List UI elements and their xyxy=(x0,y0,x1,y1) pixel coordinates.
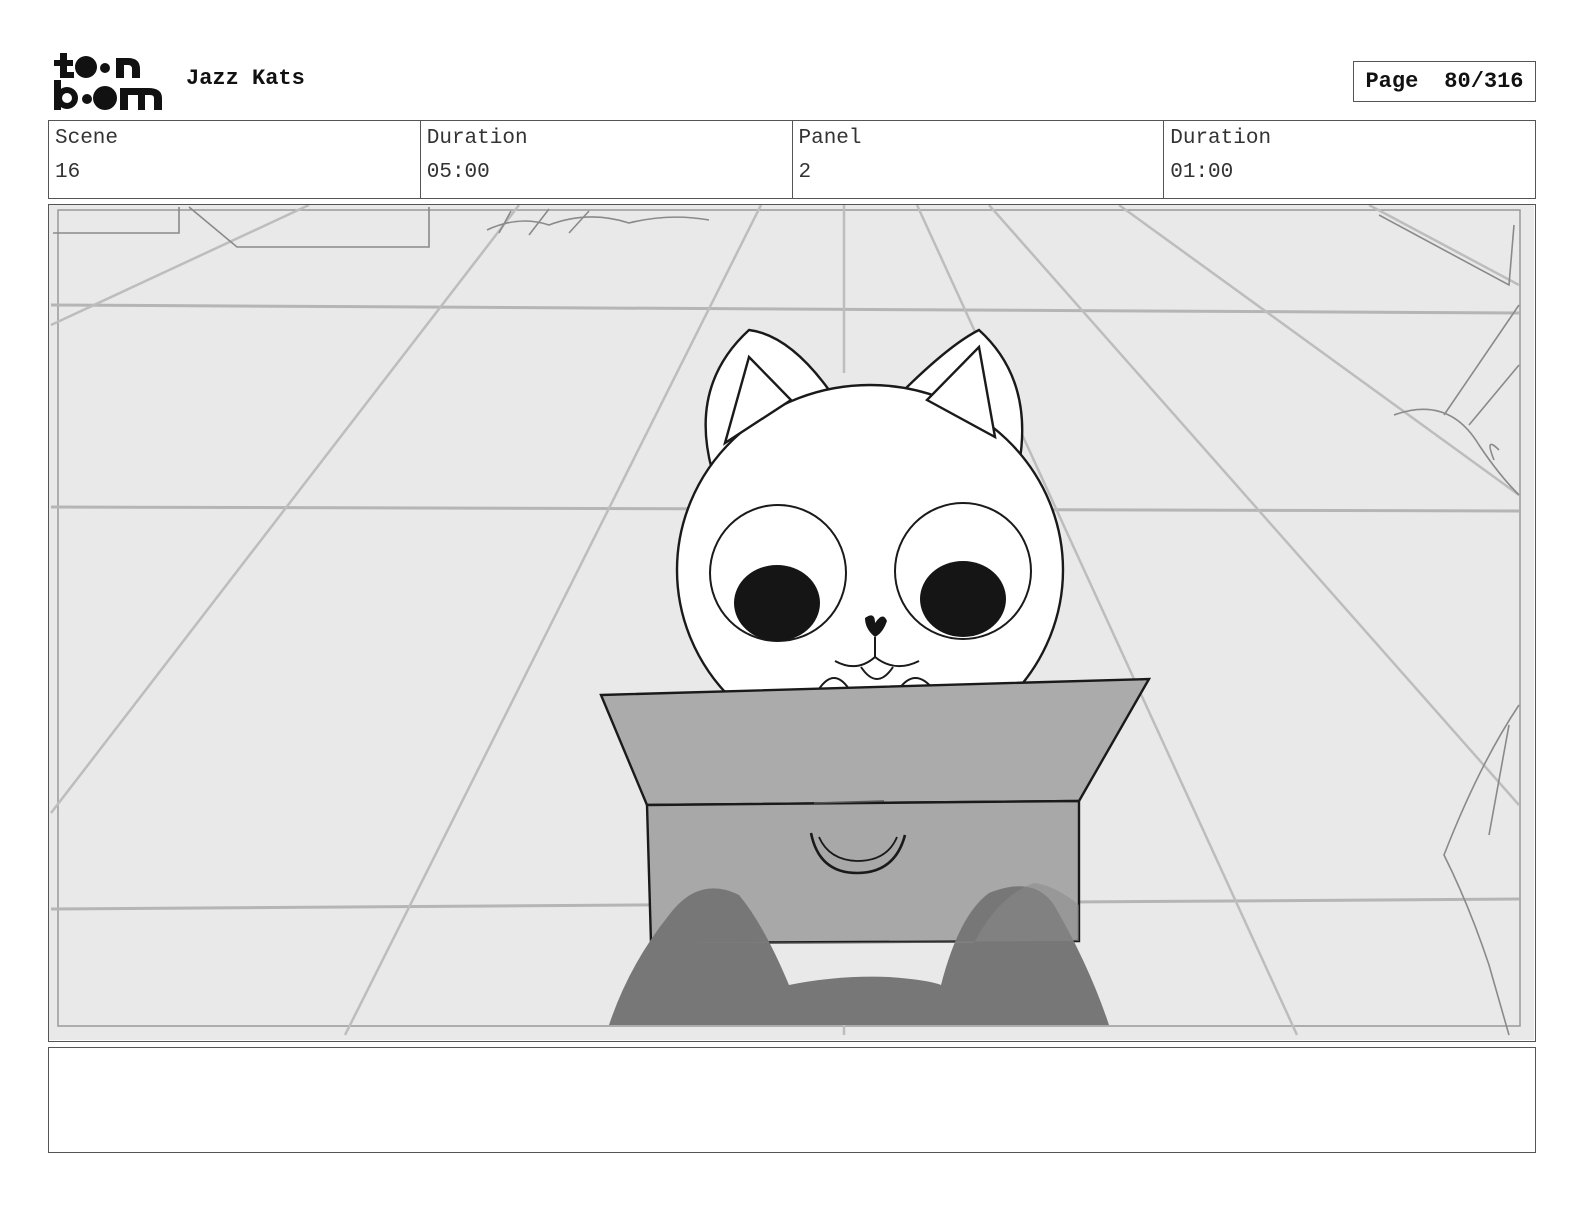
panel-duration-cell: Duration 01:00 xyxy=(1164,121,1535,198)
scene-duration-cell: Duration 05:00 xyxy=(421,121,793,198)
page-label: Page xyxy=(1365,69,1419,94)
scene-label: Scene xyxy=(55,127,119,150)
page-number: 80/316 xyxy=(1444,69,1524,94)
project-title: Jazz Kats xyxy=(186,66,305,91)
storyboard-sketch-icon xyxy=(49,205,1534,1040)
panel-label: Panel xyxy=(798,127,862,150)
panel-cell: Panel 2 xyxy=(793,121,1165,198)
scene-info-table: Scene 16 Duration 05:00 Panel 2 Duration… xyxy=(48,120,1536,199)
page-indicator: Page 80/316 xyxy=(1353,61,1536,102)
scene-duration-label: Duration xyxy=(426,127,528,150)
toonboom-logo xyxy=(52,50,164,112)
scene-value: 16 xyxy=(55,161,81,184)
scene-cell: Scene 16 xyxy=(49,121,421,198)
scene-duration-value: 05:00 xyxy=(426,161,490,184)
panel-duration-value: 01:00 xyxy=(1170,161,1234,184)
storyboard-panel xyxy=(48,204,1536,1042)
dialogue-box xyxy=(48,1047,1536,1153)
panel-value: 2 xyxy=(798,161,812,184)
panel-duration-label: Duration xyxy=(1170,127,1272,150)
